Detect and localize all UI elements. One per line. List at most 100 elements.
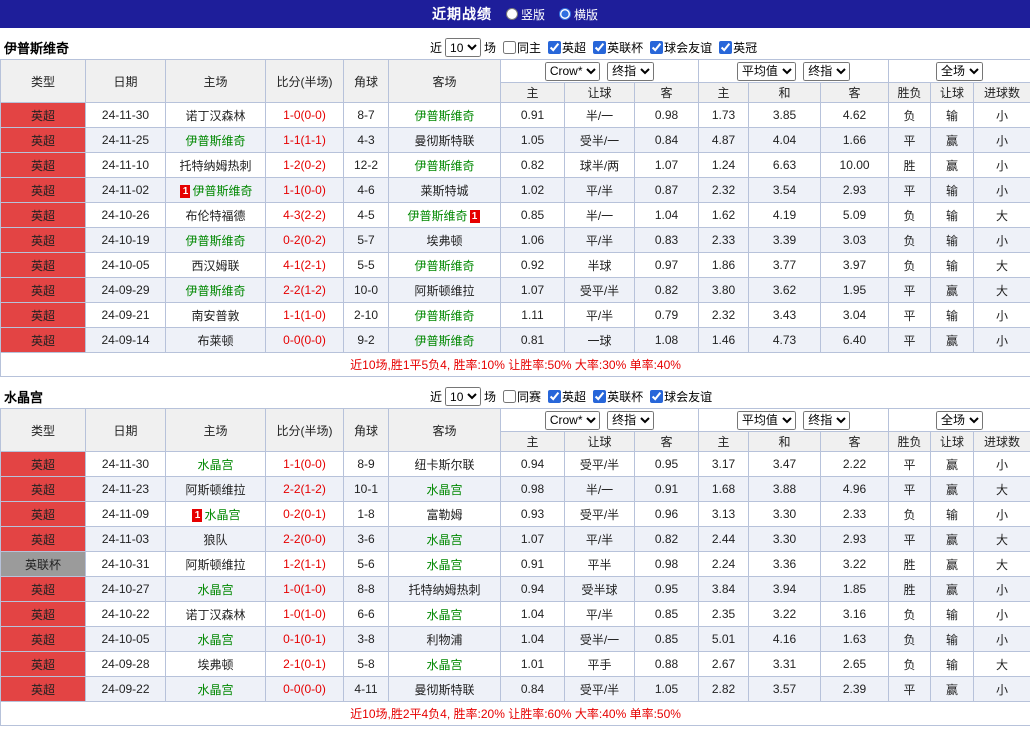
away-team-name[interactable]: 伊普斯维奇 [414,109,474,123]
away-team-name[interactable]: 富勒姆 [426,508,462,522]
score-cell[interactable]: 1-1(1-0) [265,302,344,328]
handicap-time-select[interactable]: 终指 [607,410,655,430]
filter-checkbox[interactable]: 同主 [503,39,541,56]
filter-checkbox[interactable]: 英联杯 [593,388,643,405]
home-team-name[interactable]: 西汉姆联 [191,259,239,273]
home-team-name[interactable]: 诺丁汉森林 [185,109,245,123]
filter-checkbox[interactable]: 英超 [548,388,586,405]
away-team-name[interactable]: 水晶宫 [426,608,462,622]
home-team-name[interactable]: 水晶宫 [197,633,233,647]
filter-checkbox[interactable]: 英冠 [719,39,757,56]
home-team-name[interactable]: 布莱顿 [197,334,233,348]
bookmaker-select[interactable]: Crow* [544,61,600,81]
home-team-name[interactable]: 埃弗顿 [197,658,233,672]
europe-avg-select[interactable]: 平均值 [736,410,796,430]
col-header-eu-draw: 和 [748,82,822,103]
score-cell[interactable]: 1-2(1-1) [265,551,344,577]
score-cell[interactable]: 1-1(0-0) [265,451,344,477]
filter-checkbox-input[interactable] [719,40,733,54]
home-team-name[interactable]: 水晶宫 [197,583,233,597]
score-cell[interactable]: 4-3(2-2) [265,202,344,228]
filter-checkbox-input[interactable] [650,389,664,403]
away-team-name[interactable]: 曼彻斯特联 [414,134,474,148]
away-team-name[interactable]: 伊普斯维奇 [414,309,474,323]
europe-time-select[interactable]: 终指 [803,61,851,81]
away-team-name[interactable]: 水晶宫 [426,483,462,497]
away-team-name[interactable]: 水晶宫 [426,558,462,572]
filter-checkbox-input[interactable] [503,40,517,54]
score-cell[interactable]: 1-1(1-1) [265,127,344,153]
score-cell[interactable]: 1-1(0-0) [265,177,344,203]
away-team-name[interactable]: 伊普斯维奇 [407,209,467,223]
score-cell[interactable]: 0-2(0-2) [265,227,344,253]
filter-checkbox[interactable]: 英超 [548,39,586,56]
score-cell[interactable]: 0-1(0-1) [265,626,344,652]
score-cell[interactable]: 1-2(0-2) [265,152,344,178]
vertical-layout-radio[interactable] [505,8,518,20]
away-team-name[interactable]: 纽卡斯尔联 [414,458,474,472]
filter-checkbox-input[interactable] [503,389,517,403]
filter-checkbox[interactable]: 英联杯 [593,39,643,56]
home-team-name[interactable]: 阿斯顿维拉 [185,483,245,497]
match-count-select[interactable]: 10 [445,38,482,57]
away-team-name[interactable]: 托特纳姆热刺 [408,583,480,597]
away-team-name[interactable]: 阿斯顿维拉 [414,284,474,298]
match-row: 英超 24-09-29 伊普斯维奇 2-2(1-2) 10-0 阿斯顿维拉 1.07 受平/半… [0,277,1030,303]
match-count-select[interactable]: 10 [445,387,482,406]
away-team-name[interactable]: 利物浦 [426,633,462,647]
home-team-name[interactable]: 水晶宫 [197,683,233,697]
layout-option-vertical[interactable]: 竖版 [505,6,545,23]
results-tbody: 英超 24-11-30 水晶宫 1-1(0-0) 8-9 纽卡斯尔联 0.94 受平/半 0.9… [0,451,1030,702]
home-team-name[interactable]: 狼队 [203,533,227,547]
score-cell[interactable]: 0-2(0-1) [265,501,344,527]
score-cell[interactable]: 1-0(1-0) [265,576,344,602]
filter-checkbox-input[interactable] [593,389,607,403]
score-cell[interactable]: 0-0(0-0) [265,327,344,353]
full-time-score: 2-2 [283,482,301,496]
score-cell[interactable]: 2-2(1-2) [265,277,344,303]
home-team-name[interactable]: 伊普斯维奇 [185,234,245,248]
score-cell[interactable]: 0-0(0-0) [265,676,344,702]
layout-option-horizontal[interactable]: 横版 [559,6,598,23]
scope-select[interactable]: 全场 [936,410,984,430]
score-cell[interactable]: 1-0(1-0) [265,601,344,627]
score-cell[interactable]: 2-1(0-1) [265,651,344,677]
away-team-name[interactable]: 曼彻斯特联 [414,683,474,697]
away-team-name[interactable]: 伊普斯维奇 [414,159,474,173]
home-team-name[interactable]: 伊普斯维奇 [185,134,245,148]
away-team-name[interactable]: 莱斯特城 [420,184,468,198]
away-team-name[interactable]: 伊普斯维奇 [414,259,474,273]
scope-select[interactable]: 全场 [936,61,984,81]
bookmaker-select[interactable]: Crow* [544,410,600,430]
away-team-cell: 利物浦 [388,626,501,652]
score-cell[interactable]: 1-0(0-0) [265,102,344,128]
score-cell[interactable]: 2-2(1-2) [265,476,344,502]
filter-checkbox[interactable]: 球会友谊 [650,388,712,405]
col-header-away: 客场 [388,59,501,103]
home-team-name[interactable]: 诺丁汉森林 [185,608,245,622]
score-cell[interactable]: 4-1(2-1) [265,252,344,278]
home-team-name[interactable]: 伊普斯维奇 [185,284,245,298]
home-team-name[interactable]: 伊普斯维奇 [192,184,252,198]
europe-time-select[interactable]: 终指 [803,410,851,430]
away-team-name[interactable]: 伊普斯维奇 [414,334,474,348]
home-team-name[interactable]: 托特纳姆热刺 [179,159,251,173]
home-team-name[interactable]: 水晶宫 [204,508,240,522]
filter-checkbox[interactable]: 球会友谊 [650,39,712,56]
away-team-name[interactable]: 水晶宫 [426,658,462,672]
home-team-name[interactable]: 阿斯顿维拉 [185,558,245,572]
home-team-name[interactable]: 布伦特福德 [185,209,245,223]
europe-avg-select[interactable]: 平均值 [736,61,796,81]
filter-checkbox-input[interactable] [548,389,562,403]
away-team-name[interactable]: 水晶宫 [426,533,462,547]
filter-checkbox-input[interactable] [548,40,562,54]
home-team-name[interactable]: 水晶宫 [197,458,233,472]
handicap-time-select[interactable]: 终指 [607,61,655,81]
score-cell[interactable]: 2-2(0-0) [265,526,344,552]
home-team-name[interactable]: 南安普敦 [191,309,239,323]
horizontal-layout-radio[interactable] [559,8,571,20]
filter-checkbox-input[interactable] [650,40,664,54]
away-team-name[interactable]: 埃弗顿 [426,234,462,248]
filter-checkbox[interactable]: 同赛 [503,388,541,405]
filter-checkbox-input[interactable] [593,40,607,54]
